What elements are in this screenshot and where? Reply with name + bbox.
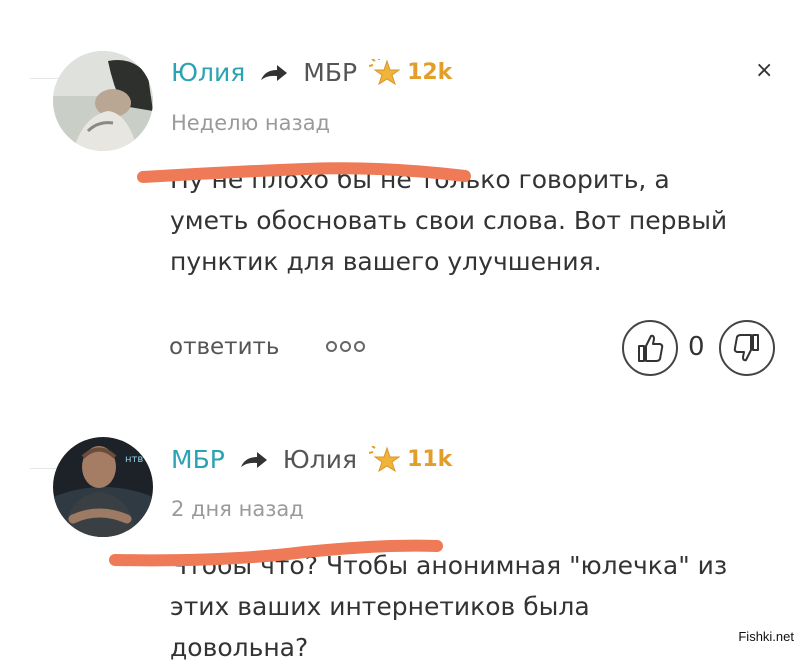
reply-arrow-icon xyxy=(239,450,269,470)
recipient-name[interactable]: Юлия xyxy=(283,445,357,474)
rating-badge: 12k xyxy=(407,60,453,85)
close-icon[interactable]: × xyxy=(755,58,773,83)
thumbs-up-icon xyxy=(638,334,664,362)
star-icon xyxy=(369,445,401,474)
svg-text:нтв: нтв xyxy=(125,454,143,465)
comment-line: пунктик для вашего улучшения. xyxy=(170,247,602,276)
star-icon xyxy=(369,58,401,87)
comment-line: довольна? xyxy=(170,633,309,662)
comment-line: Ну не плохо бы не только говорить, а xyxy=(170,165,670,194)
author-name[interactable]: Юлия xyxy=(171,58,245,87)
comment-header: Юлия МБР 12k xyxy=(171,58,452,87)
rating-badge: 11k xyxy=(407,447,453,472)
watermark: Fishki.net xyxy=(738,629,794,644)
comment-line: Чтобы что? Чтобы анонимная "юлечка" из xyxy=(170,551,728,580)
comment-header: МБР Юлия 11k xyxy=(171,445,452,474)
vote-count: 0 xyxy=(688,332,705,362)
reply-arrow-icon xyxy=(259,63,289,83)
reply-button[interactable]: ответить xyxy=(169,334,279,360)
comment-body: Ну не плохо бы не только говорить, а уме… xyxy=(170,159,800,282)
thumbs-down-icon xyxy=(733,334,759,362)
thumbs-down-button[interactable] xyxy=(719,320,775,376)
thread-line xyxy=(30,78,60,79)
author-name[interactable]: МБР xyxy=(171,445,225,474)
more-dots-icon[interactable] xyxy=(326,341,365,352)
avatar[interactable]: нтв xyxy=(53,437,153,537)
recipient-name[interactable]: МБР xyxy=(303,58,357,87)
comment-line: уметь обосновать свои слова. Вот первый xyxy=(170,206,728,235)
timestamp: 2 дня назад xyxy=(171,497,304,521)
comment-line: этих ваших интернетиков была xyxy=(170,592,590,621)
thumbs-up-button[interactable] xyxy=(622,320,678,376)
timestamp: Неделю назад xyxy=(171,111,331,135)
avatar[interactable] xyxy=(53,51,153,151)
